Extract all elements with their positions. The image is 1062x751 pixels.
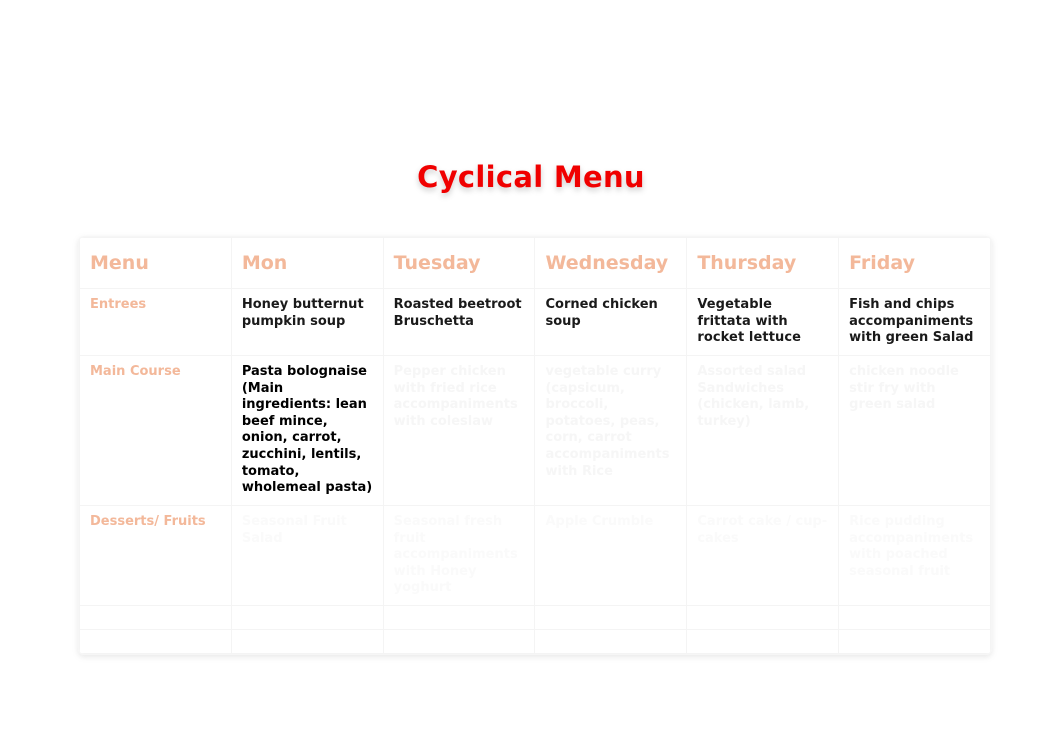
cell-dessert-thu: Carrot cake / cup-cakes — [687, 505, 839, 605]
row-label-empty-1 — [80, 606, 232, 630]
cell-empty — [687, 606, 839, 630]
cell-empty — [383, 606, 535, 630]
cell-dessert-tue: Seasonal fresh fruit accompaniments with… — [383, 505, 535, 605]
menu-table-container: Menu Mon Tuesday Wednesday Thursday Frid… — [78, 236, 992, 655]
cell-empty — [535, 630, 687, 654]
cell-entrees-tue: Roasted beetroot Bruschetta — [383, 289, 535, 356]
col-mon: Mon — [231, 238, 383, 289]
cell-dessert-fri: Rice pudding accompaniments with poached… — [839, 505, 991, 605]
cell-empty — [839, 630, 991, 654]
col-friday: Friday — [839, 238, 991, 289]
table-row: Main Course Pasta bolognaise (Main ingre… — [80, 355, 991, 505]
cell-main-tue: Pepper chicken with fried rice accompani… — [383, 355, 535, 505]
table-row: Desserts/ Fruits Seasonal Fruit Salad Se… — [80, 505, 991, 605]
cell-main-fri: chicken noodle stir fry with green salad — [839, 355, 991, 505]
cell-main-mon: Pasta bolognaise (Main ingredients: lean… — [231, 355, 383, 505]
row-label-empty-2 — [80, 630, 232, 654]
row-label-entrees: Entrees — [80, 289, 232, 356]
menu-table: Menu Mon Tuesday Wednesday Thursday Frid… — [79, 237, 991, 654]
col-menu: Menu — [80, 238, 232, 289]
cell-entrees-fri: Fish and chips accompaniments with green… — [839, 289, 991, 356]
page-title: Cyclical Menu — [0, 0, 1062, 194]
row-label-main-course: Main Course — [80, 355, 232, 505]
col-tuesday: Tuesday — [383, 238, 535, 289]
cell-empty — [687, 630, 839, 654]
cell-dessert-mon: Seasonal Fruit Salad — [231, 505, 383, 605]
cell-main-thu: Assorted salad Sandwiches (chicken, lamb… — [687, 355, 839, 505]
col-thursday: Thursday — [687, 238, 839, 289]
table-header-row: Menu Mon Tuesday Wednesday Thursday Frid… — [80, 238, 991, 289]
cell-entrees-wed: Corned chicken soup — [535, 289, 687, 356]
cell-empty — [231, 606, 383, 630]
col-wednesday: Wednesday — [535, 238, 687, 289]
cell-entrees-thu: Vegetable frittata with rocket lettuce — [687, 289, 839, 356]
cell-empty — [231, 630, 383, 654]
cell-empty — [535, 606, 687, 630]
cell-dessert-wed: Apple Crumble — [535, 505, 687, 605]
table-row — [80, 630, 991, 654]
table-row — [80, 606, 991, 630]
cell-empty — [383, 630, 535, 654]
cell-empty — [839, 606, 991, 630]
cell-entrees-mon: Honey butternut pumpkin soup — [231, 289, 383, 356]
table-row: Entrees Honey butternut pumpkin soup Roa… — [80, 289, 991, 356]
cell-main-wed: vegetable curry (capsicum, broccoli, pot… — [535, 355, 687, 505]
row-label-desserts: Desserts/ Fruits — [80, 505, 232, 605]
